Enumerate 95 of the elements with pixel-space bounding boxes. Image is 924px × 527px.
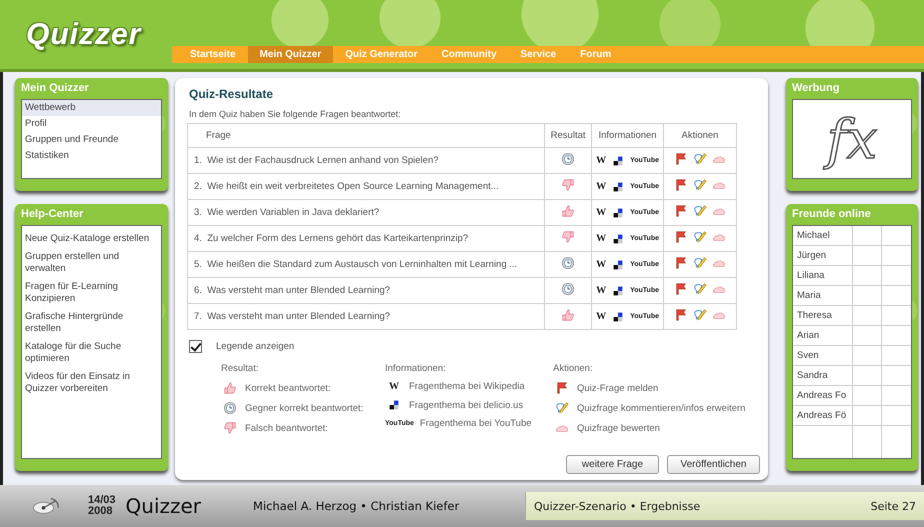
column-header: Aktionen (664, 124, 736, 148)
question-cell: 3. Wie werden Variablen in Java deklariert? (188, 200, 545, 226)
panel-title: Mein Quizzer (21, 82, 90, 94)
legend-label: Quiz-Frage melden (577, 382, 658, 394)
flag-icon (674, 256, 688, 270)
w-logo[interactable]: W (389, 381, 399, 392)
panel-title: Werbung (792, 82, 840, 94)
legend-label: Gegner korrekt beantwortet: (245, 402, 364, 414)
pencil-icon (693, 152, 707, 166)
flag-icon (674, 178, 688, 192)
column-header: Informationen (592, 124, 664, 148)
legend-label: Fragenthema bei delicio.us (409, 400, 524, 410)
action-button[interactable]: Veröffentlichen (667, 455, 760, 474)
pencil-icon (693, 256, 707, 270)
pencil-icon (693, 230, 707, 244)
friend-name[interactable]: Liliana (793, 266, 852, 285)
page-number: Seite 27 (870, 500, 916, 512)
w-logo[interactable]: W (596, 259, 606, 270)
w-logo[interactable]: W (596, 311, 606, 322)
thumbs-down-icon (223, 421, 237, 435)
squares-icon (611, 232, 626, 246)
flag-icon (674, 152, 688, 166)
date-year: 2008 (88, 506, 114, 517)
flag-icon (674, 308, 688, 322)
friend-name[interactable]: Sven (793, 346, 852, 365)
menu-item[interactable]: Statistiken (22, 148, 161, 164)
legend-label: Quizfrage kommentieren/infos erweitern (577, 402, 746, 414)
flag-icon (674, 230, 688, 244)
column-header: Resultat (544, 124, 592, 148)
action-button[interactable]: weitere Frage (566, 455, 659, 474)
date-day: 14/03 (88, 495, 116, 506)
question-cell: 2. Wie heißt ein weit verbreitetes Open Source Learning Management... (188, 174, 545, 200)
pencil-icon (693, 282, 707, 296)
flag-icon (674, 282, 688, 296)
question-cell: 5. Wie heißen die Standard zum Austausch von Lerninhalten mit Learning ... (188, 252, 545, 278)
ad-box[interactable]: fx (792, 99, 912, 179)
legend-heading: Resultat: (221, 363, 260, 374)
help-link[interactable]: Fragen für E-Learning Konzipieren (25, 281, 158, 305)
page-title: Quiz-Resultate (189, 87, 274, 101)
squares-icon (611, 206, 626, 220)
squares-icon (611, 180, 626, 194)
legend-heading: Aktionen: (553, 363, 594, 374)
legend-label: Fragenthema bei YouTube (420, 418, 532, 429)
question-cell: 7. Was versteht man unter Blended Learning? (188, 304, 545, 330)
pencil-icon (693, 308, 707, 322)
w-logo[interactable]: W (596, 233, 606, 244)
squares-icon (611, 310, 626, 324)
help-link[interactable]: Kataloge für die Suche optimieren (25, 341, 158, 365)
footer-authors: Michael A. Herzog • Christian Kiefer (253, 499, 460, 513)
question-cell: 4. Zu welcher Form des Lernens gehört das Karteikartenprinzip? (188, 226, 545, 252)
intro-text: In dem Quiz haben Sie folgende Fragen beantwortet: (189, 109, 402, 119)
squares-icon (611, 258, 626, 272)
panel-title: Freunde online (792, 208, 872, 220)
w-logo[interactable]: W (596, 155, 606, 166)
flag-icon (555, 381, 569, 395)
panel-title: Help-Center (21, 208, 84, 220)
thumbs-up-icon (223, 381, 237, 395)
friend-name[interactable]: Andreas Fö (793, 406, 852, 425)
friend-name[interactable]: Sandra (793, 366, 852, 385)
clock-icon (223, 401, 237, 415)
flag-icon (674, 204, 688, 218)
help-link[interactable]: Videos für den Einsatz in Quizzer vorbereiten (25, 371, 158, 395)
w-logo[interactable]: W (596, 181, 606, 192)
friend-name[interactable]: Andreas Fo (793, 386, 852, 405)
pencil-icon (693, 178, 707, 192)
help-link[interactable]: Grafische Hintergründe erstellen (25, 311, 158, 335)
legend-label: Quizfrage bewerten (577, 422, 660, 434)
column-header: Frage (188, 124, 545, 148)
squares-icon (387, 398, 401, 412)
friend-name[interactable]: Michael (793, 226, 852, 245)
legend-checkbox[interactable] (189, 340, 202, 353)
footer-topic: Quizzer-Szenario • Ergebnisse (534, 500, 700, 512)
help-link[interactable]: Neue Quiz-Kataloge erstellen (25, 233, 158, 245)
legend-label: Korrekt beantwortet: (245, 382, 331, 394)
footer-brand: Quizzer (126, 494, 202, 518)
squares-icon (611, 284, 626, 298)
menu-item[interactable]: Wettbewerb (22, 100, 161, 116)
menu-item[interactable]: Profil (22, 116, 161, 132)
friend-name[interactable]: Theresa (793, 306, 852, 325)
menu-item[interactable]: Gruppen und Freunde (22, 132, 161, 148)
squares-icon (611, 154, 626, 168)
legend-label: Fragenthema bei Wikipedia (409, 381, 525, 392)
legend-label: Falsch beantwortet: (245, 422, 328, 434)
friend-name[interactable]: Maria (793, 286, 852, 305)
question-cell: 1. Wie ist der Fachausdruck Lernen anhand von Spielen? (188, 148, 545, 174)
w-logo[interactable]: W (596, 285, 606, 296)
question-cell: 6. Was versteht man unter Blended Learning? (188, 278, 545, 304)
w-logo[interactable]: W (596, 207, 606, 218)
pencil-icon (555, 401, 569, 415)
pencil-icon (693, 204, 707, 218)
checkbox-label: Legende anzeigen (216, 341, 294, 352)
friend-name[interactable]: Arian (793, 326, 852, 345)
friend-name[interactable]: Jürgen (793, 246, 852, 265)
help-link[interactable]: Gruppen erstellen und verwalten (25, 251, 158, 275)
legend-heading: Informationen: (385, 363, 447, 374)
